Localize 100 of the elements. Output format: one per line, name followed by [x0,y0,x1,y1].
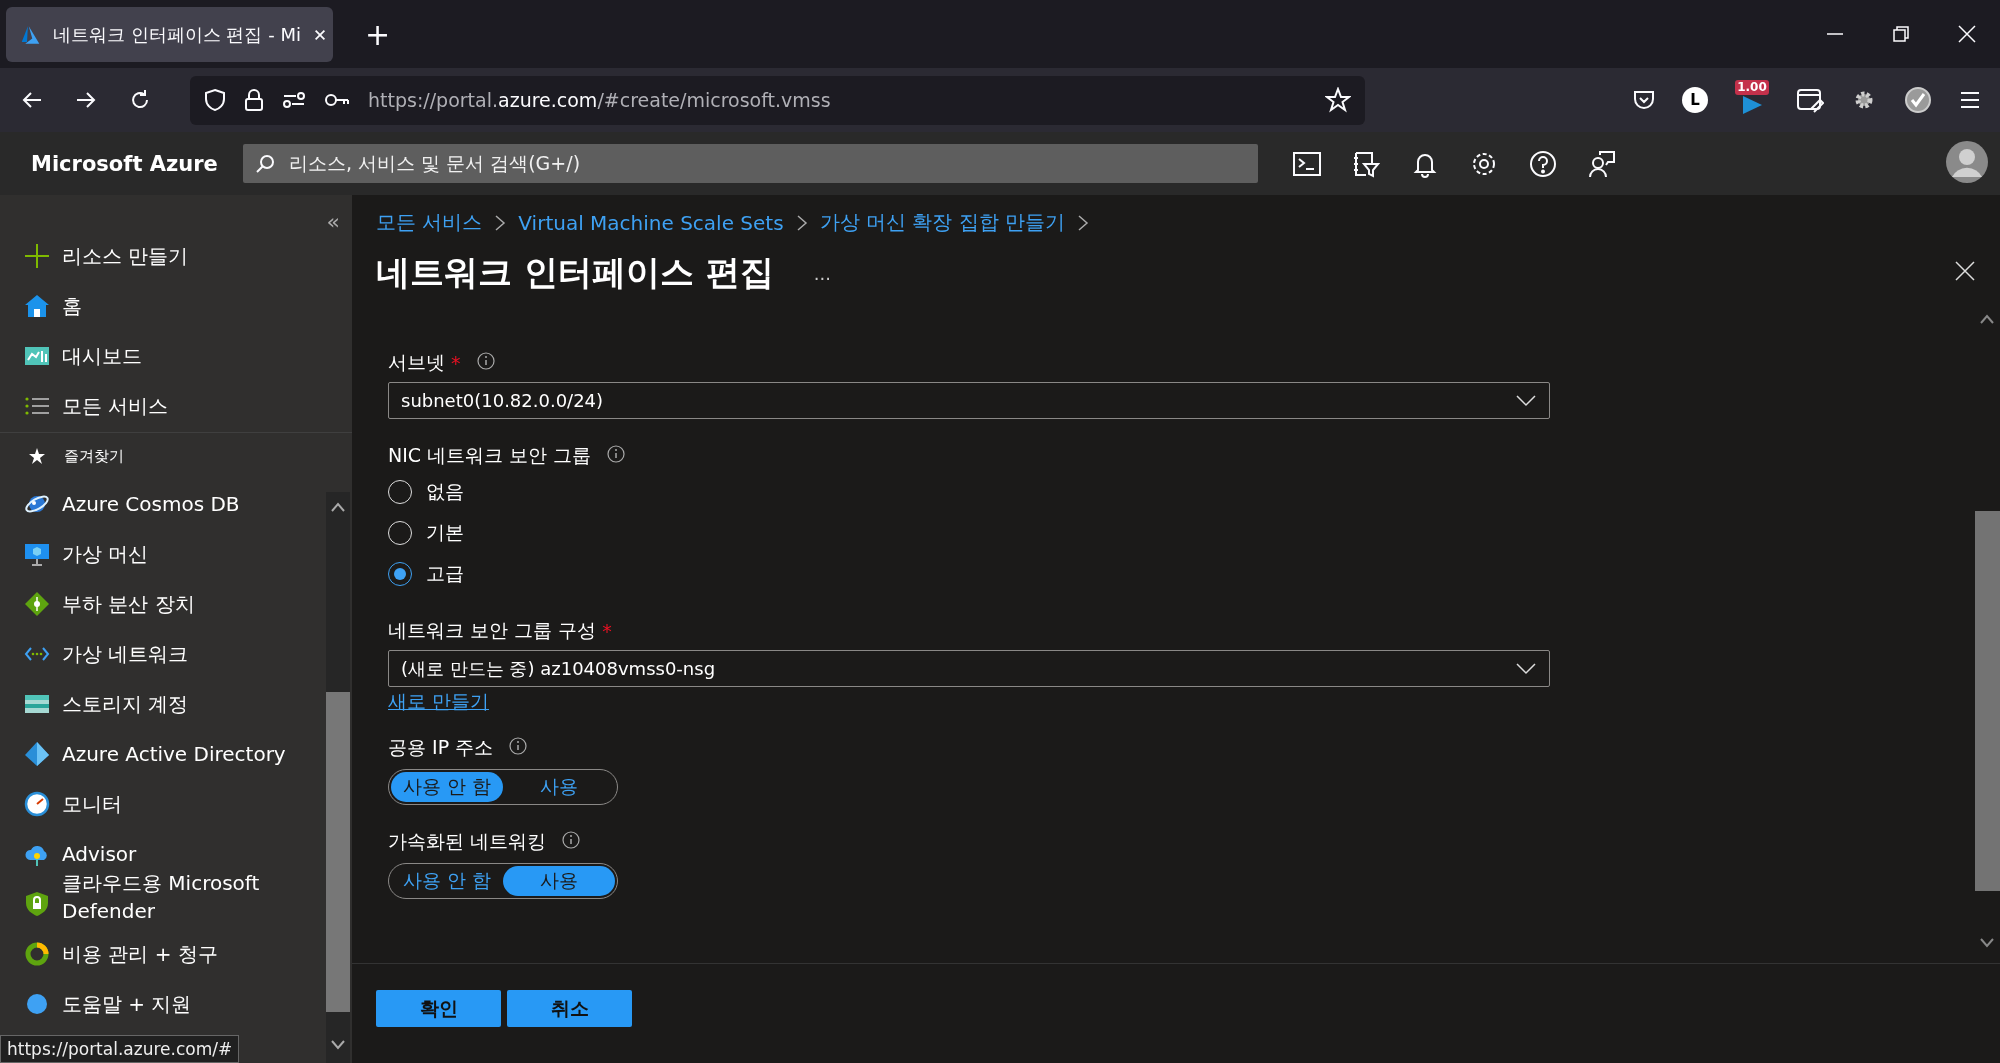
permissions-icon [282,90,306,110]
shield-icon [204,88,226,112]
radio-label: 없음 [426,478,464,504]
dropdown-field[interactable]: subnet0(10.82.0.0/24) [388,382,1550,419]
search-field[interactable]: 리소스, 서비스 및 문서 검색(G+/) [243,144,1258,183]
terminal-icon[interactable] [1293,151,1321,176]
sidebar-item-label: 홈 [62,292,82,320]
toggle-option[interactable]: 사용 안 함 [391,772,503,802]
search-placeholder: 리소스, 서비스 및 문서 검색(G+/) [289,150,581,176]
gauge-icon [24,791,50,817]
monitor-icon [24,541,50,567]
footer-button[interactable]: 취소 [507,990,632,1027]
blade-title: 네트워크 인터페이스 편집 [376,251,774,294]
sidebar-item-label: 스토리지 계정 [62,690,189,718]
chevron-right-icon [1077,213,1089,232]
sidebar-item[interactable]: 홈 [0,281,352,331]
pyramid-icon [24,741,50,767]
sidebar-item-label: Azure Active Directory [62,742,286,766]
sidebar-item-label: 대시보드 [62,342,142,370]
plus-icon [24,243,50,269]
scroll-up-icon[interactable] [330,501,346,513]
sidebar-item[interactable]: 모든 서비스 [0,381,352,431]
toggle-option[interactable]: 사용 안 함 [391,866,503,896]
required-asterisk: * [451,352,461,374]
sidebar-item-label: 가상 네트워크 [62,640,189,668]
flag-icon[interactable] [1740,94,1764,115]
breadcrumb-link[interactable]: 가상 머신 확장 집합 만들기 [819,209,1065,236]
chevron-right-icon [795,213,808,232]
url-text: https://portal.azure.com/#create/microsoft.vmss [368,89,832,111]
dropdown-field[interactable]: (새로 만드는 중) az10408vmss0-nsg [388,650,1550,687]
sidebar-item[interactable]: 비용 관리 + 청구 [0,929,352,979]
sidebar-item-label: 가상 머신 [62,540,149,568]
scrollbar-thumb[interactable] [326,692,350,1012]
star-icon[interactable] [1325,87,1351,113]
toggle-option[interactable]: 사용 [503,866,615,896]
required-asterisk: * [602,620,612,642]
field-label: 네트워크 보안 그룹 구성 [388,618,597,643]
portal-brand[interactable]: Microsoft Azure [0,151,243,176]
sidebar-item[interactable]: 가상 네트워크 [0,629,352,679]
scroll-up-icon[interactable] [1979,313,1995,325]
radio-label: 기본 [426,519,464,545]
close-icon[interactable] [1954,260,1976,282]
scroll-down-icon[interactable] [1979,937,1995,949]
edit-icon[interactable] [1796,87,1824,113]
lock-icon [244,88,264,112]
diamond-icon [24,591,50,617]
feedback-icon[interactable] [1588,149,1616,178]
tab-title: 네트워크 인터페이스 편집 - Mi [53,22,301,47]
sidebar-item-label: Advisor [62,842,137,866]
star-icon [28,447,46,465]
checkmark-icon[interactable] [1904,86,1932,114]
sidebar-item[interactable]: 도움말 + 지원 [0,979,352,1029]
sidebar-item-label: 도움말 + 지원 [62,990,192,1018]
sidebar-item-label: 모든 서비스 [62,392,169,420]
scroll-down-icon[interactable] [330,1039,346,1051]
browser-tab[interactable]: 네트워크 인터페이스 편집 - Mi [6,7,333,62]
scrollbar-thumb[interactable] [1975,511,2000,891]
info-icon[interactable] [509,737,528,755]
footer-button[interactable]: 확인 [376,990,501,1027]
search-icon [255,153,275,174]
address-bar[interactable]: https://portal.azure.com/#create/microsoft.vmss [190,75,1365,125]
ring-icon [24,941,50,967]
sidebar-item[interactable]: 가상 머신 [0,529,352,579]
sidebar-item-label: Azure Cosmos DB [62,492,240,516]
directory-filter-icon[interactable] [1352,149,1380,178]
info-icon[interactable] [607,445,626,463]
avatar-icon[interactable] [1946,140,1988,183]
toggle-option[interactable]: 사용 [503,772,615,802]
sidebar-item-label: 클라우드용 Microsoft Defender [62,870,261,925]
chevron-right-icon [494,213,507,232]
sidebar-item[interactable]: 모니터 [0,779,352,829]
sidebar-item[interactable]: 부하 분산 장치 [0,579,352,629]
more-button[interactable]: ... [813,262,831,284]
sidebar-item[interactable]: Azure Active Directory [0,729,352,779]
breadcrumb-link[interactable]: 모든 서비스 [376,209,483,236]
new-tab-button[interactable]: + [365,16,391,52]
breadcrumb-link[interactable]: Virtual Machine Scale Sets [518,210,784,235]
extension-badge: 1.00 [1735,79,1769,95]
sidebar-item[interactable]: 스토리지 계정 [0,679,352,729]
sidebar-item-label: 비용 관리 + 청구 [62,940,218,968]
shield-lock-icon [24,891,50,917]
info-icon[interactable] [562,831,581,849]
create-new-link[interactable]: 새로 만들기 [388,689,490,715]
profile-avatar[interactable]: L [1682,87,1708,113]
sidebar-item-label: 리소스 만들기 [62,242,189,270]
sidebar-item[interactable]: 대시보드 [0,331,352,381]
field-label: NIC 네트워크 보안 그룹 [388,443,592,468]
restore-icon[interactable] [1891,24,1911,44]
info-icon[interactable] [476,352,495,370]
sidebar-item[interactable]: Azure Cosmos DB [0,479,352,529]
sidebar-item-label: 부하 분산 장치 [62,590,195,618]
field-label: 서브넷 [388,350,445,375]
sidebar-item[interactable]: 리소스 만들기 [0,231,352,281]
chevron-down-icon [1515,393,1537,408]
help-icon[interactable] [1529,149,1557,178]
radio-label: 고급 [426,560,464,586]
pocket-icon[interactable] [1632,88,1656,112]
house-icon [24,293,50,319]
collapse-button[interactable]: « [0,195,352,231]
field-label: 가속화된 네트워킹 [388,829,547,854]
